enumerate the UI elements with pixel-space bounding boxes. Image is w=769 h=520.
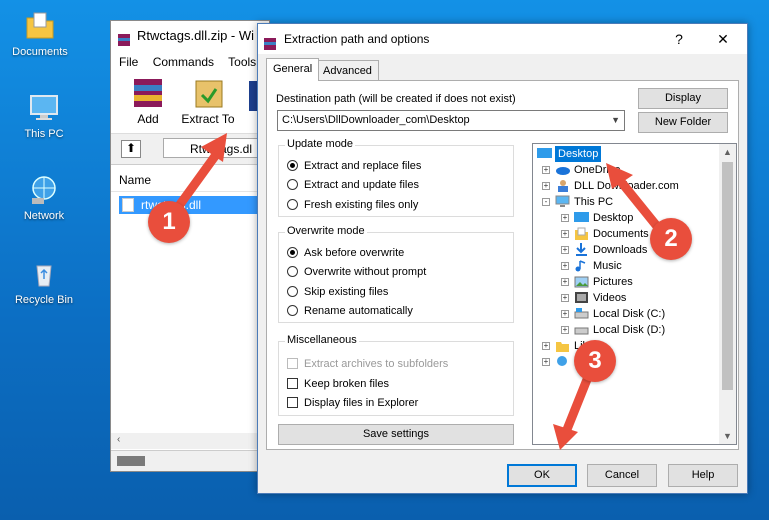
- tab-general[interactable]: General: [266, 58, 320, 81]
- arrow-3-shaft: [561, 367, 595, 437]
- arrow-2-shaft: [613, 173, 665, 235]
- step-marker-1: 1: [148, 201, 190, 243]
- step-marker-2: 2: [650, 218, 692, 260]
- step-marker-3: 3: [574, 340, 616, 382]
- arrow-1-shaft: [171, 147, 223, 215]
- annotation-arrows: [171, 133, 665, 450]
